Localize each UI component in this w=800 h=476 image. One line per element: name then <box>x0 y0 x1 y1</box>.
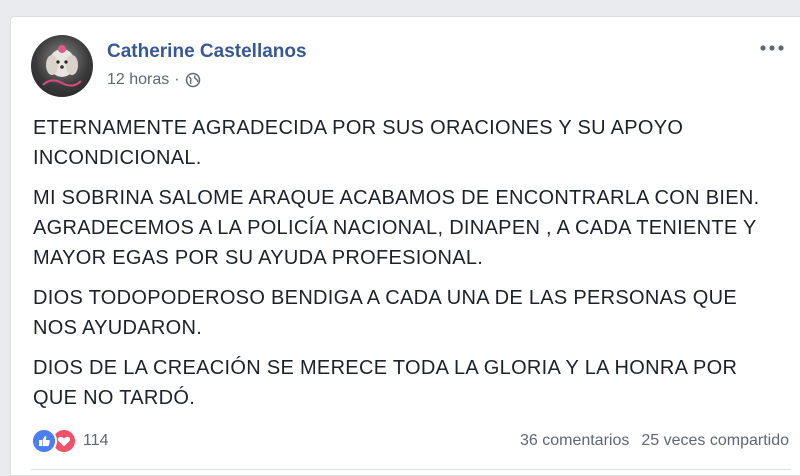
post-paragraph: DIOS DE LA CREACIÓN SE MERECE TODA LA GL… <box>33 357 738 409</box>
comments-link[interactable]: 36 comentarios <box>520 432 629 450</box>
post-timestamp[interactable]: 12 horas <box>107 71 169 89</box>
author-name[interactable]: Catherine Castellanos <box>107 41 307 63</box>
shares-link[interactable]: 25 veces compartido <box>641 432 789 450</box>
post-card: Catherine Castellanos 12 horas · ETERNAM… <box>10 16 800 476</box>
globe-icon[interactable] <box>185 72 201 88</box>
reactions-summary[interactable]: 114 <box>31 428 109 454</box>
post-paragraph: ETERNAMENTE AGRADECIDA POR SUS ORACIONES… <box>33 117 684 169</box>
post-text: ETERNAMENTE AGRADECIDA POR SUS ORACIONES… <box>33 113 783 423</box>
post-paragraph: MI SOBRINA SALOME ARAQUE ACABAMOS DE ENC… <box>33 187 760 269</box>
avatar-dog-icon <box>42 45 82 87</box>
engagement-links: 36 comentarios 25 veces compartido <box>520 432 789 450</box>
reaction-count: 114 <box>83 432 109 449</box>
avatar[interactable] <box>31 35 93 97</box>
more-options-icon[interactable] <box>758 39 786 57</box>
post-meta: 12 horas · <box>107 71 201 89</box>
like-reaction-icon <box>31 428 57 454</box>
meta-separator: · <box>174 71 180 88</box>
post-paragraph: DIOS TODOPODEROSO BENDIGA A CADA UNA DE … <box>33 287 738 339</box>
post-stats: 114 36 comentarios 25 veces compartido <box>31 428 789 454</box>
